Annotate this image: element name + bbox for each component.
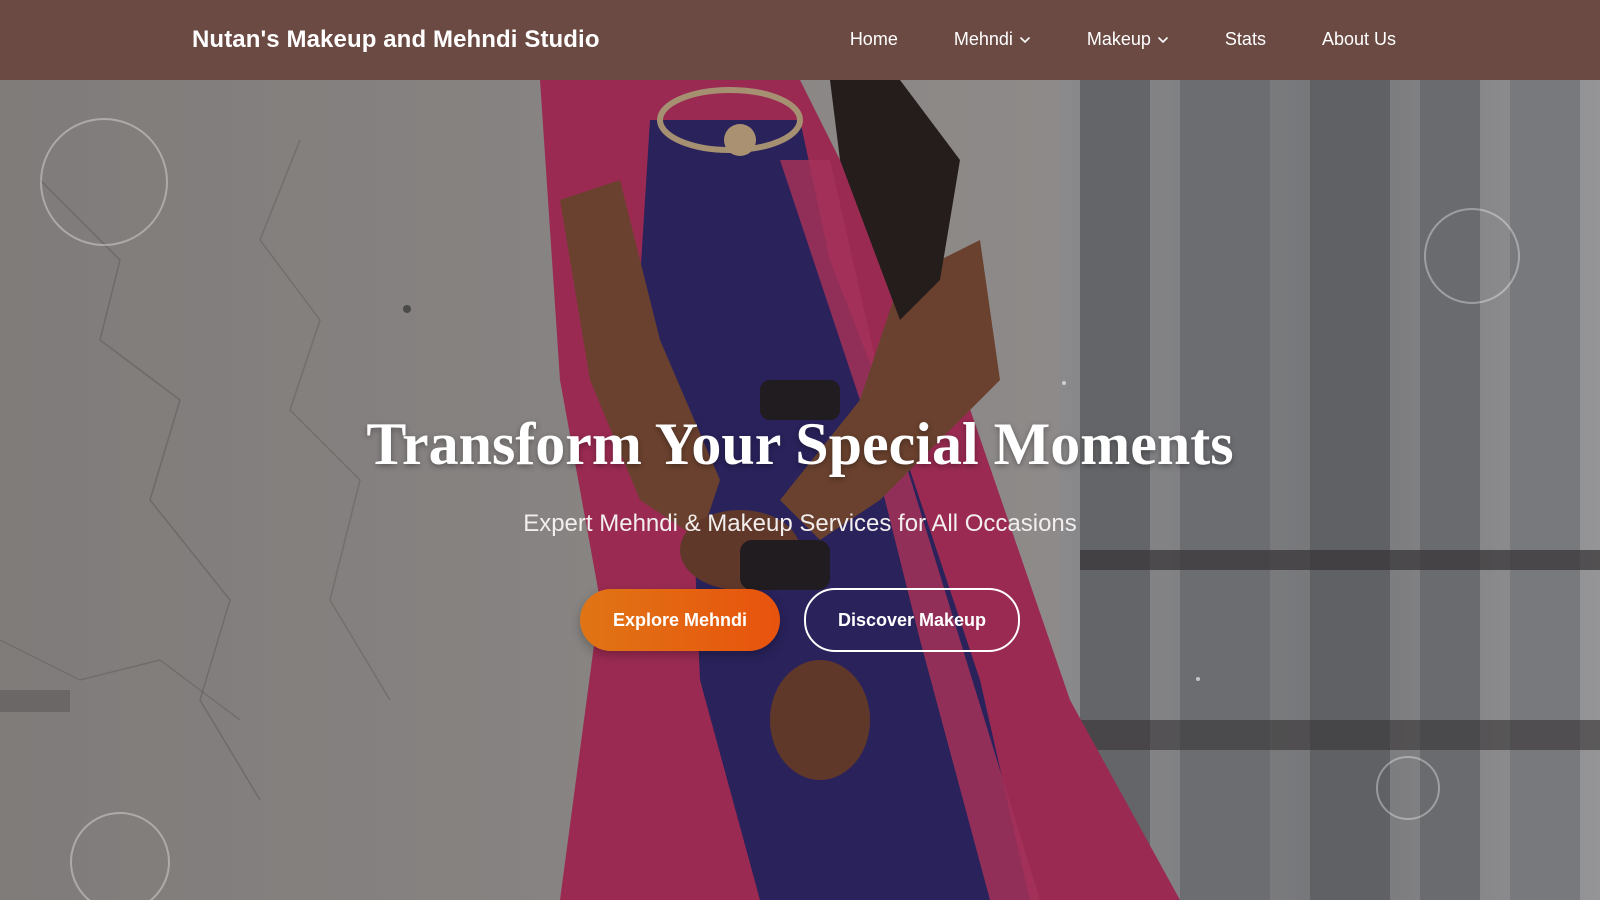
navbar: Nutan's Makeup and Mehndi Studio Home Me… xyxy=(0,0,1600,80)
hero-content: Transform Your Special Moments Expert Me… xyxy=(0,80,1600,900)
nav-item-label: Mehndi xyxy=(953,29,1013,49)
nav-item-home[interactable]: Home xyxy=(850,29,898,50)
discover-makeup-button[interactable]: Discover Makeup xyxy=(804,588,1020,652)
nav-item-label: Stats xyxy=(1224,29,1266,49)
explore-mehndi-button[interactable]: Explore Mehndi xyxy=(580,589,780,651)
nav-item-about-us[interactable]: About Us xyxy=(1322,29,1396,50)
hero-subtitle: Expert Mehndi & Makeup Services for All … xyxy=(523,510,1077,537)
nav-item-label: Home xyxy=(849,29,898,49)
nav-item-makeup[interactable]: Makeup xyxy=(1087,29,1169,50)
hero-title: Transform Your Special Moments xyxy=(366,411,1234,477)
chevron-down-icon xyxy=(1019,34,1031,46)
nav-links: Home Mehndi Makeup Stats About Us xyxy=(850,29,1396,50)
brand-logo-text[interactable]: Nutan's Makeup and Mehndi Studio xyxy=(192,26,600,54)
nav-item-mehndi[interactable]: Mehndi xyxy=(954,29,1031,50)
hero-section: Transform Your Special Moments Expert Me… xyxy=(0,80,1600,900)
chevron-down-icon xyxy=(1157,34,1169,46)
nav-item-stats[interactable]: Stats xyxy=(1225,29,1266,50)
nav-item-label: Makeup xyxy=(1086,29,1151,49)
nav-item-label: About Us xyxy=(1321,29,1396,49)
